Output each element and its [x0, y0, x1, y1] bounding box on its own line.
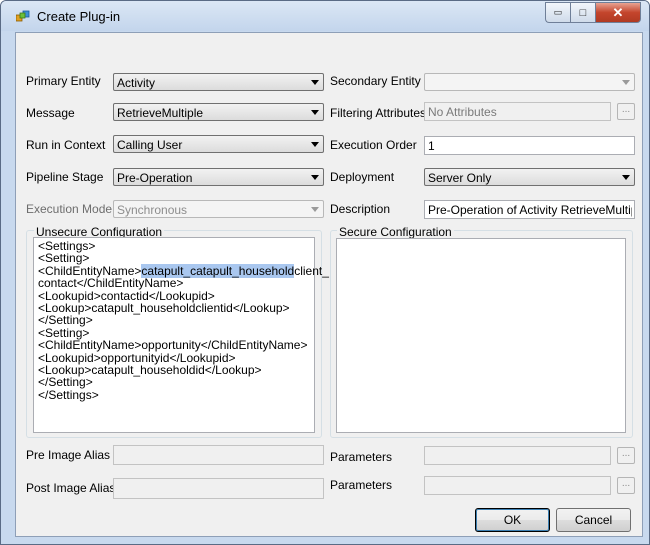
chevron-down-icon — [311, 175, 319, 180]
cancel-button[interactable]: Cancel — [556, 508, 631, 532]
chevron-down-icon — [311, 110, 319, 115]
pre-image-alias-field[interactable] — [113, 445, 324, 465]
filtering-attributes-browse-button[interactable]: ... — [617, 103, 635, 120]
close-icon: ✕ — [612, 4, 624, 20]
message-label: Message — [26, 106, 75, 120]
pipeline-stage-label: Pipeline Stage — [26, 170, 104, 184]
primary-entity-label: Primary Entity — [26, 74, 101, 88]
primary-entity-value: Activity — [117, 76, 156, 90]
plugin-app-icon — [16, 10, 30, 22]
message-value: RetrieveMultiple — [117, 106, 204, 120]
post-parameters-browse-button[interactable]: ... — [617, 477, 635, 494]
secure-configuration-title: Secure Configuration — [337, 225, 454, 239]
run-in-context-dropdown[interactable]: Calling User — [113, 135, 324, 153]
chevron-down-icon — [311, 142, 319, 147]
pipeline-stage-value: Pre-Operation — [117, 171, 193, 185]
execution-mode-dropdown[interactable]: Synchronous — [113, 200, 324, 218]
unsecure-configuration-textarea[interactable]: <Settings> <Setting> <ChildEntityName>ca… — [33, 237, 329, 433]
ok-button[interactable]: OK — [475, 508, 550, 532]
execution-mode-label: Execution Mode — [26, 202, 113, 216]
deployment-label: Deployment — [330, 170, 395, 184]
secondary-entity-dropdown[interactable] — [424, 73, 635, 91]
post-parameters-field[interactable] — [424, 476, 611, 495]
execution-mode-value: Synchronous — [117, 203, 188, 217]
pre-parameters-browse-button[interactable]: ... — [617, 447, 635, 464]
execution-order-label: Execution Order — [330, 138, 417, 152]
chevron-down-icon — [622, 80, 630, 85]
minimize-button[interactable]: ▭ — [545, 2, 570, 23]
primary-entity-dropdown[interactable]: Activity — [113, 73, 324, 91]
create-plugin-dialog: Create Plug-in ▭ □ ✕ Primary Entity Acti… — [0, 0, 650, 545]
pipeline-stage-dropdown[interactable]: Pre-Operation — [113, 168, 324, 186]
maximize-icon: □ — [579, 6, 587, 19]
chevron-down-icon — [622, 175, 630, 180]
maximize-button[interactable]: □ — [570, 2, 595, 23]
filtering-attributes-field[interactable]: No Attributes — [424, 102, 611, 121]
execution-order-value: 1 — [428, 139, 435, 153]
chevron-down-icon — [311, 80, 319, 85]
description-label: Description — [330, 202, 391, 216]
filtering-attributes-label: Filtering Attributes — [330, 106, 427, 120]
post-image-alias-label: Post Image Alias — [26, 481, 116, 495]
title-bar[interactable]: Create Plug-in ▭ □ ✕ — [1, 1, 649, 31]
message-dropdown[interactable]: RetrieveMultiple — [113, 103, 324, 121]
filtering-attributes-value: No Attributes — [428, 105, 497, 119]
post-image-alias-field[interactable] — [113, 478, 324, 499]
secure-configuration-textarea[interactable] — [336, 238, 626, 433]
description-value: Pre-Operation of Activity RetrieveMultip… — [428, 203, 632, 217]
pre-parameters-field[interactable] — [424, 446, 611, 465]
post-parameters-label: Parameters — [330, 478, 393, 492]
run-in-context-value: Calling User — [117, 138, 183, 152]
secondary-entity-label: Secondary Entity — [330, 74, 421, 88]
run-in-context-label: Run in Context — [26, 138, 106, 152]
deployment-value: Server Only — [428, 171, 492, 185]
window-title: Create Plug-in — [37, 9, 121, 24]
unsecure-configuration-text: <Settings> <Setting> <ChildEntityName>ca… — [38, 239, 329, 402]
minimize-icon: ▭ — [553, 7, 563, 17]
cancel-button-label: Cancel — [574, 513, 613, 527]
pre-image-alias-label: Pre Image Alias — [26, 448, 111, 462]
execution-order-field[interactable]: 1 — [424, 136, 635, 155]
pre-parameters-label: Parameters — [330, 450, 393, 464]
deployment-dropdown[interactable]: Server Only — [424, 168, 635, 186]
dialog-body: Primary Entity Activity Secondary Entity… — [15, 32, 643, 537]
description-field[interactable]: Pre-Operation of Activity RetrieveMultip… — [424, 200, 635, 219]
close-button[interactable]: ✕ — [595, 2, 641, 23]
ok-button-label: OK — [503, 513, 522, 527]
chevron-down-icon — [311, 207, 319, 212]
